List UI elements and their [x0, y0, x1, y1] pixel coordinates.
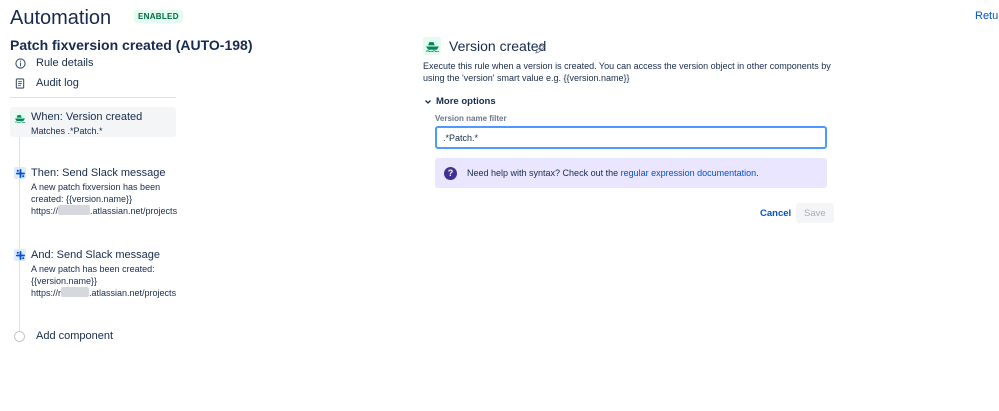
help-message: ? Need help with syntax? Check out the r… [435, 158, 827, 188]
help-text-prefix: Need help with syntax? Check out the [467, 168, 621, 178]
step-url: https:// .atlassian.net/projects [31, 205, 177, 217]
nav-item-rule-details[interactable]: Rule details [14, 54, 93, 72]
chevron-down-icon [424, 98, 432, 106]
nav-item-label: Rule details [36, 57, 94, 69]
more-options-toggle[interactable]: More options [424, 96, 496, 107]
regex-docs-link[interactable]: regular expression documentation [621, 168, 757, 178]
nav-item-audit-log[interactable]: Audit log [14, 74, 79, 92]
divider [10, 97, 176, 98]
add-component-label: Add component [36, 330, 114, 342]
step-title: And: Send Slack message [31, 249, 161, 261]
step-description-line: A new patch has been created: [31, 264, 155, 274]
nav-item-label: Audit log [36, 77, 79, 89]
cancel-button[interactable]: Cancel [753, 203, 798, 223]
question-icon: ? [444, 166, 457, 180]
step-url: https://r .atlassian.net/projects [31, 287, 176, 299]
steps-connector [19, 130, 20, 335]
add-component-button[interactable]: Add component [14, 330, 113, 342]
help-text-suffix: . [756, 168, 759, 178]
more-options-label: More options [436, 96, 496, 107]
pencil-icon[interactable] [535, 41, 545, 54]
step-description-line: {{version.name}} [31, 276, 98, 286]
ship-icon [14, 112, 26, 124]
url-suffix: .atlassian.net/projects [89, 288, 177, 298]
rule-name: Patch fixversion created (AUTO-198) [10, 37, 253, 53]
status-badge: ENABLED [134, 10, 183, 23]
version-name-filter-input[interactable] [435, 126, 827, 149]
rule-step-trigger[interactable]: When: Version created Matches .*Patch.* [10, 107, 176, 137]
version-name-filter-label: Version name filter [435, 114, 507, 123]
redacted-block [58, 205, 91, 215]
save-button[interactable]: Save [796, 203, 834, 223]
slack-icon [14, 249, 26, 261]
panel-description: Execute this rule when a version is crea… [423, 61, 831, 83]
step-description: Matches .*Patch.* [31, 126, 103, 136]
info-icon [14, 57, 26, 69]
redacted-block [61, 287, 90, 297]
step-title: Then: Send Slack message [31, 167, 166, 179]
app-title: Automation [10, 7, 112, 29]
rule-step-action-2[interactable]: And: Send Slack message A new patch has … [10, 248, 176, 298]
add-circle-icon [14, 330, 25, 342]
panel-title: Version created [449, 38, 547, 54]
slack-icon [14, 167, 26, 179]
return-link[interactable]: Retur [975, 10, 999, 22]
document-icon [14, 77, 26, 89]
step-title: When: Version created [31, 111, 143, 123]
rule-step-action-1[interactable]: Then: Send Slack message A new patch fix… [10, 166, 177, 217]
url-prefix: https://r [31, 288, 62, 298]
step-description-line: created: {{version.name}} [31, 194, 133, 204]
trigger-ship-icon [423, 37, 441, 55]
url-prefix: https:// [31, 206, 59, 216]
help-text: Need help with syntax? Check out the reg… [467, 168, 759, 178]
url-suffix: .atlassian.net/projects [90, 206, 178, 216]
step-description-line: A new patch fixversion has been [31, 182, 161, 192]
